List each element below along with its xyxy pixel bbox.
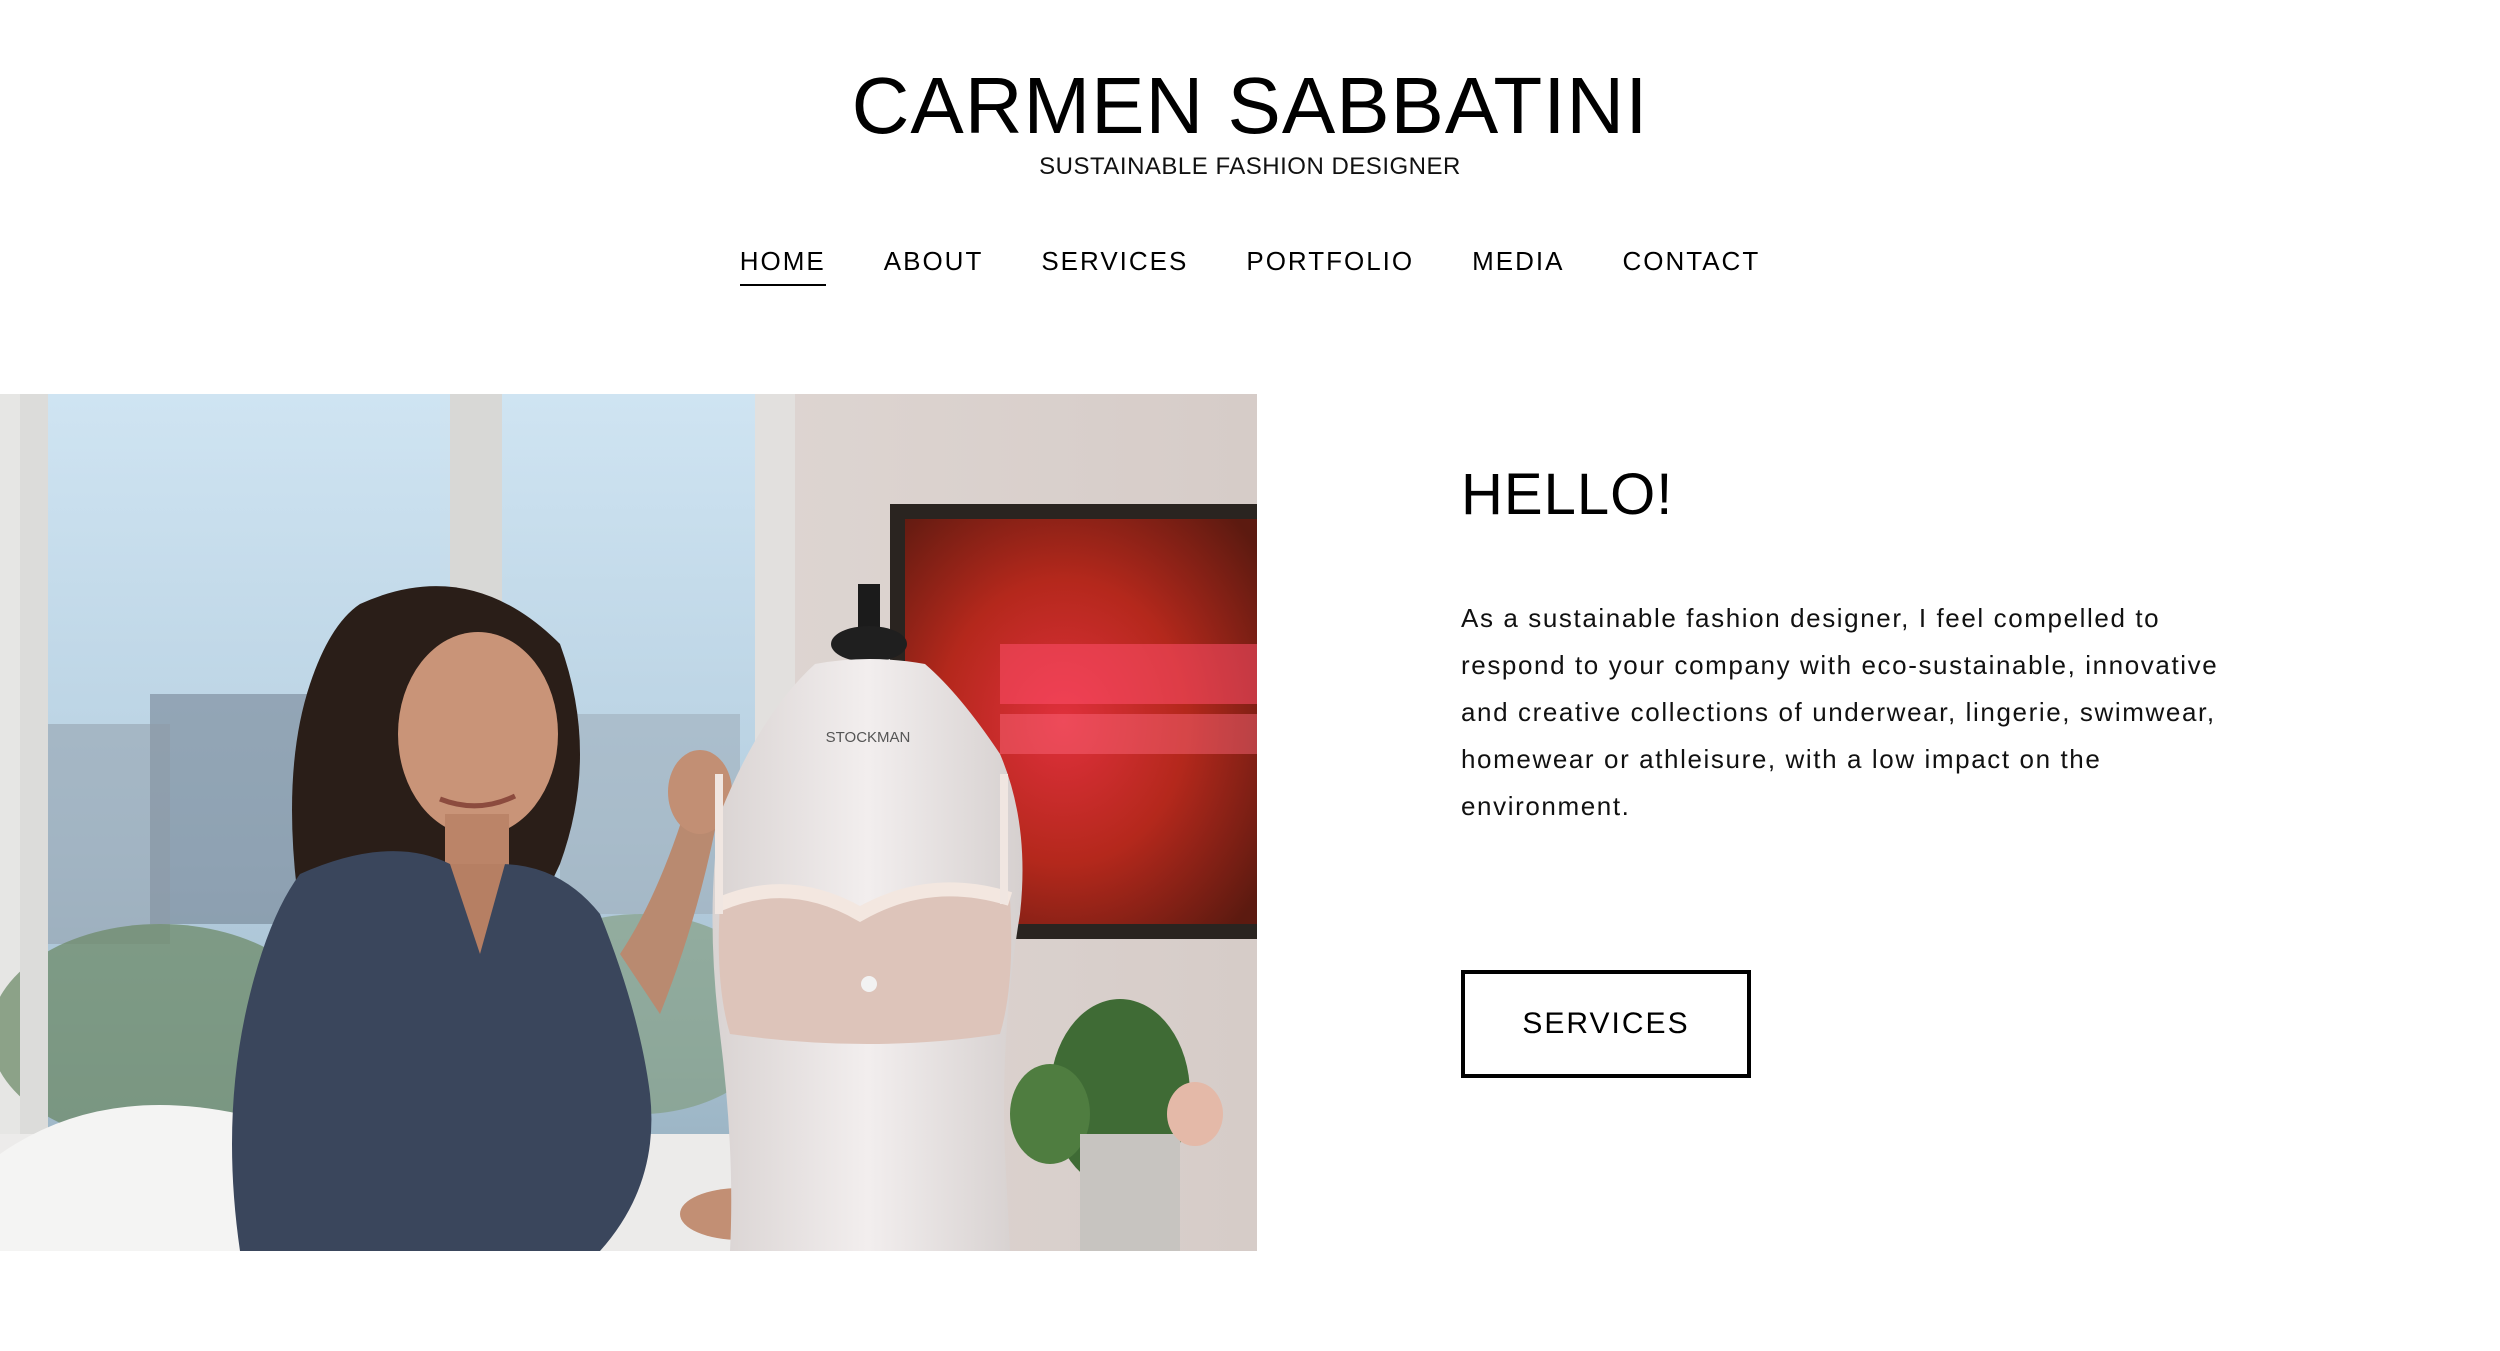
nav-item-services[interactable]: SERVICES — [1041, 244, 1188, 286]
mannequin-brand-label: STOCKMAN — [826, 729, 911, 746]
site-title[interactable]: CARMEN SABBATINI — [0, 58, 2500, 154]
nav-item-contact[interactable]: CONTACT — [1622, 244, 1760, 286]
nav-item-about[interactable]: ABOUT — [884, 244, 984, 286]
main-nav: HOME ABOUT SERVICES PORTFOLIO MEDIA CONT… — [0, 244, 2500, 286]
intro-text: As a sustainable fashion designer, I fee… — [1461, 603, 2219, 821]
services-button[interactable]: SERVICES — [1461, 970, 1751, 1078]
nav-item-media[interactable]: MEDIA — [1472, 244, 1564, 286]
nav-item-home[interactable]: HOME — [739, 244, 826, 286]
hero-photo-illustration: STOCKMAN — [0, 394, 1257, 1251]
intro-heading: HELLO! — [1461, 462, 1674, 527]
hero-photo: STOCKMAN — [0, 394, 1257, 1251]
intro-section: HELLO! As a sustainable fashion designer… — [1461, 455, 2261, 821]
site-tagline: SUSTAINABLE FASHION DESIGNER — [1039, 153, 1461, 180]
nav-item-portfolio[interactable]: PORTFOLIO — [1246, 244, 1414, 286]
